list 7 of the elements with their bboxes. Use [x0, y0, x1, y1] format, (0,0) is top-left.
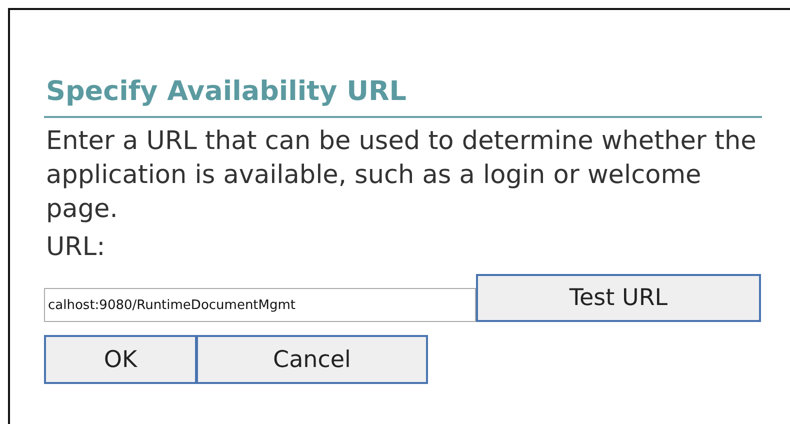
url-field[interactable]: calhost:9080/RuntimeDocumentMgmt: [44, 288, 476, 322]
test-url-button[interactable]: Test URL: [476, 274, 761, 322]
description-text: Enter a URL that can be used to determine whether the application is available, such as a login or welcome page.: [46, 125, 758, 226]
ok-button[interactable]: OK: [44, 335, 197, 384]
dialog-title: Specify Availability URL: [46, 75, 408, 109]
cancel-button[interactable]: Cancel: [196, 335, 428, 384]
url-label: URL:: [46, 231, 106, 264]
